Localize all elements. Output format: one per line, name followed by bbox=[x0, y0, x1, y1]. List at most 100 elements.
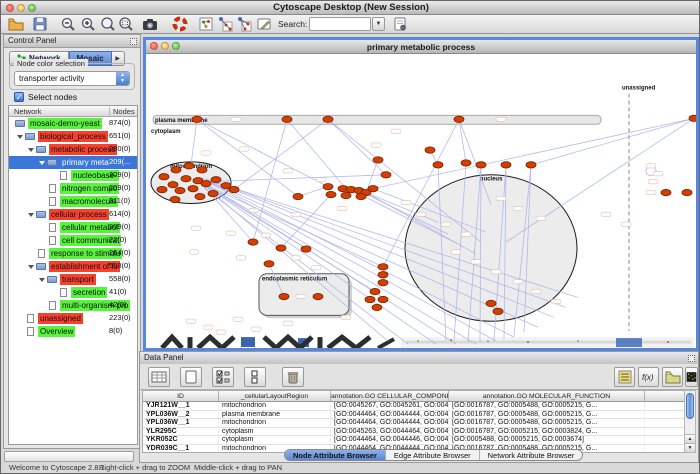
graph-node[interactable] bbox=[323, 183, 333, 189]
tree-col-network[interactable]: Network bbox=[14, 107, 42, 116]
zoom-out-button[interactable] bbox=[59, 16, 77, 33]
tree-row[interactable]: nitrogen compo209(0) bbox=[9, 182, 137, 195]
graph-node[interactable] bbox=[372, 304, 382, 310]
tree-row[interactable]: Overview8(0) bbox=[9, 325, 137, 338]
table-column-header[interactable]: annotation.GO CELLULAR_COMPONENT bbox=[331, 391, 449, 402]
tab-node-attribute-browser[interactable]: Node Attribute Browser bbox=[285, 450, 385, 460]
scrollbar-thumb[interactable] bbox=[686, 393, 694, 419]
expand-arrow-icon[interactable] bbox=[39, 278, 45, 282]
tree-row[interactable]: nucleobase-209(0) bbox=[9, 169, 137, 182]
help-button[interactable] bbox=[171, 16, 189, 33]
attribute-list-button[interactable] bbox=[614, 367, 635, 387]
annotations-button[interactable] bbox=[255, 16, 273, 33]
snapshot-button[interactable] bbox=[141, 16, 159, 33]
tree-row[interactable]: macromolecule311(0) bbox=[9, 195, 137, 208]
tree-row[interactable]: cellular process614(0) bbox=[9, 208, 137, 221]
tree-row[interactable]: mosaic-demo-yeast874(0) bbox=[9, 117, 137, 130]
zoom-in-button[interactable] bbox=[79, 16, 97, 33]
graph-node[interactable] bbox=[526, 162, 536, 168]
unselect-attributes-button[interactable] bbox=[244, 367, 266, 387]
import-attributes-button[interactable] bbox=[662, 367, 683, 387]
expand-arrow-icon[interactable] bbox=[39, 161, 45, 165]
graph-node[interactable] bbox=[195, 193, 205, 199]
table-row[interactable]: YJR121W__1mitochondrion[GO:0045267, GO:0… bbox=[143, 402, 685, 411]
tree-row[interactable]: metabolic process280(0) bbox=[9, 143, 137, 156]
zoom-selected-button[interactable] bbox=[117, 16, 135, 33]
tree-row[interactable]: multi-organism pro42(0) bbox=[9, 299, 137, 312]
graph-node[interactable] bbox=[175, 187, 185, 193]
open-session-button[interactable] bbox=[7, 16, 25, 33]
graph-node[interactable] bbox=[276, 245, 286, 251]
table-scrollbar[interactable]: ▲ ▼ bbox=[684, 390, 696, 453]
graph-node[interactable] bbox=[184, 163, 194, 169]
graph-node[interactable] bbox=[192, 116, 202, 122]
data-panel-float-icon[interactable] bbox=[688, 355, 695, 362]
graph-node[interactable] bbox=[171, 167, 181, 173]
table-column-header[interactable]: ID bbox=[143, 391, 219, 402]
save-session-button[interactable] bbox=[31, 16, 49, 33]
tree-row[interactable]: primary metabo209(... bbox=[9, 156, 137, 169]
graph-node[interactable] bbox=[378, 279, 388, 285]
delete-attribute-button[interactable] bbox=[282, 367, 304, 387]
tree-col-nodes[interactable]: Nodes bbox=[109, 107, 135, 117]
search-input[interactable] bbox=[309, 17, 371, 31]
graph-node[interactable] bbox=[689, 115, 696, 121]
graph-node[interactable] bbox=[301, 246, 311, 252]
graph-node[interactable] bbox=[365, 296, 375, 302]
graph-node[interactable] bbox=[425, 147, 435, 153]
table-column-header[interactable] bbox=[645, 391, 686, 402]
graph-node[interactable] bbox=[248, 239, 258, 245]
graph-node[interactable] bbox=[279, 293, 289, 299]
graph-node[interactable] bbox=[476, 162, 486, 168]
graph-node[interactable] bbox=[208, 190, 218, 196]
graph-node[interactable] bbox=[326, 191, 336, 197]
zoom-fit-button[interactable] bbox=[99, 16, 117, 33]
graph-node[interactable] bbox=[454, 116, 464, 122]
select-nodes-checkbox[interactable]: ✓ bbox=[14, 92, 24, 102]
graph-node[interactable] bbox=[170, 196, 180, 202]
scroll-down-button[interactable]: ▼ bbox=[685, 443, 695, 452]
tree-row[interactable]: establishment of lo558(0) bbox=[9, 260, 137, 273]
graph-node[interactable] bbox=[682, 189, 692, 195]
graph-node[interactable] bbox=[493, 308, 503, 314]
tree-row[interactable]: transport558(0) bbox=[9, 273, 137, 286]
tree-row[interactable]: cellular metabol209(0) bbox=[9, 221, 137, 234]
table-row[interactable]: YLR295Ccytoplasm[GO:0045263, GO:0044464,… bbox=[143, 428, 685, 437]
graph-node[interactable] bbox=[313, 293, 323, 299]
tab-edge-attribute-browser[interactable]: Edge Attribute Browser bbox=[385, 450, 479, 460]
graph-node[interactable] bbox=[211, 177, 221, 183]
float-panel-icon[interactable] bbox=[130, 38, 137, 45]
graph-node[interactable] bbox=[378, 272, 388, 278]
tree-row[interactable]: cell communicat22(0) bbox=[9, 234, 137, 247]
layout-alt-button[interactable] bbox=[235, 16, 253, 33]
graph-node[interactable] bbox=[373, 157, 383, 163]
table-row[interactable]: YPL036W__1mitochondrion[GO:0044464, GO:0… bbox=[143, 419, 685, 428]
graph-node[interactable] bbox=[341, 192, 351, 198]
scroll-up-button[interactable]: ▲ bbox=[685, 434, 695, 443]
tree-row[interactable]: unassigned223(0) bbox=[9, 312, 137, 325]
layout-button[interactable] bbox=[216, 16, 234, 33]
graph-node[interactable] bbox=[181, 176, 191, 182]
manage-networks-button[interactable] bbox=[197, 16, 215, 33]
search-dropdown-arrow[interactable]: ▼ bbox=[372, 17, 385, 31]
graph-node[interactable] bbox=[368, 185, 378, 191]
graph-node[interactable] bbox=[370, 288, 380, 294]
graph-node[interactable] bbox=[323, 116, 333, 122]
graph-node[interactable] bbox=[381, 172, 391, 178]
graph-node[interactable] bbox=[264, 261, 274, 267]
graph-node[interactable] bbox=[197, 167, 207, 173]
graph-node[interactable] bbox=[501, 162, 511, 168]
tree-row[interactable]: biological_process651(0) bbox=[9, 130, 137, 143]
table-row[interactable]: YKR052Ccytoplasm[GO:0044464, GO:0044446,… bbox=[143, 436, 685, 445]
graph-node[interactable] bbox=[168, 181, 178, 187]
expand-arrow-icon[interactable] bbox=[28, 265, 34, 269]
graph-node[interactable] bbox=[157, 186, 167, 192]
graph-node[interactable] bbox=[661, 189, 671, 195]
node-color-dropdown[interactable]: transporter activity ▲▼ bbox=[14, 71, 130, 86]
attribute-table-button[interactable] bbox=[148, 367, 170, 387]
graph-node[interactable] bbox=[378, 296, 388, 302]
table-column-header[interactable]: _cellularLayoutRegion bbox=[219, 391, 331, 402]
graph-node[interactable] bbox=[201, 181, 211, 187]
select-attributes-button[interactable] bbox=[212, 367, 234, 387]
graph-node[interactable] bbox=[293, 193, 303, 199]
